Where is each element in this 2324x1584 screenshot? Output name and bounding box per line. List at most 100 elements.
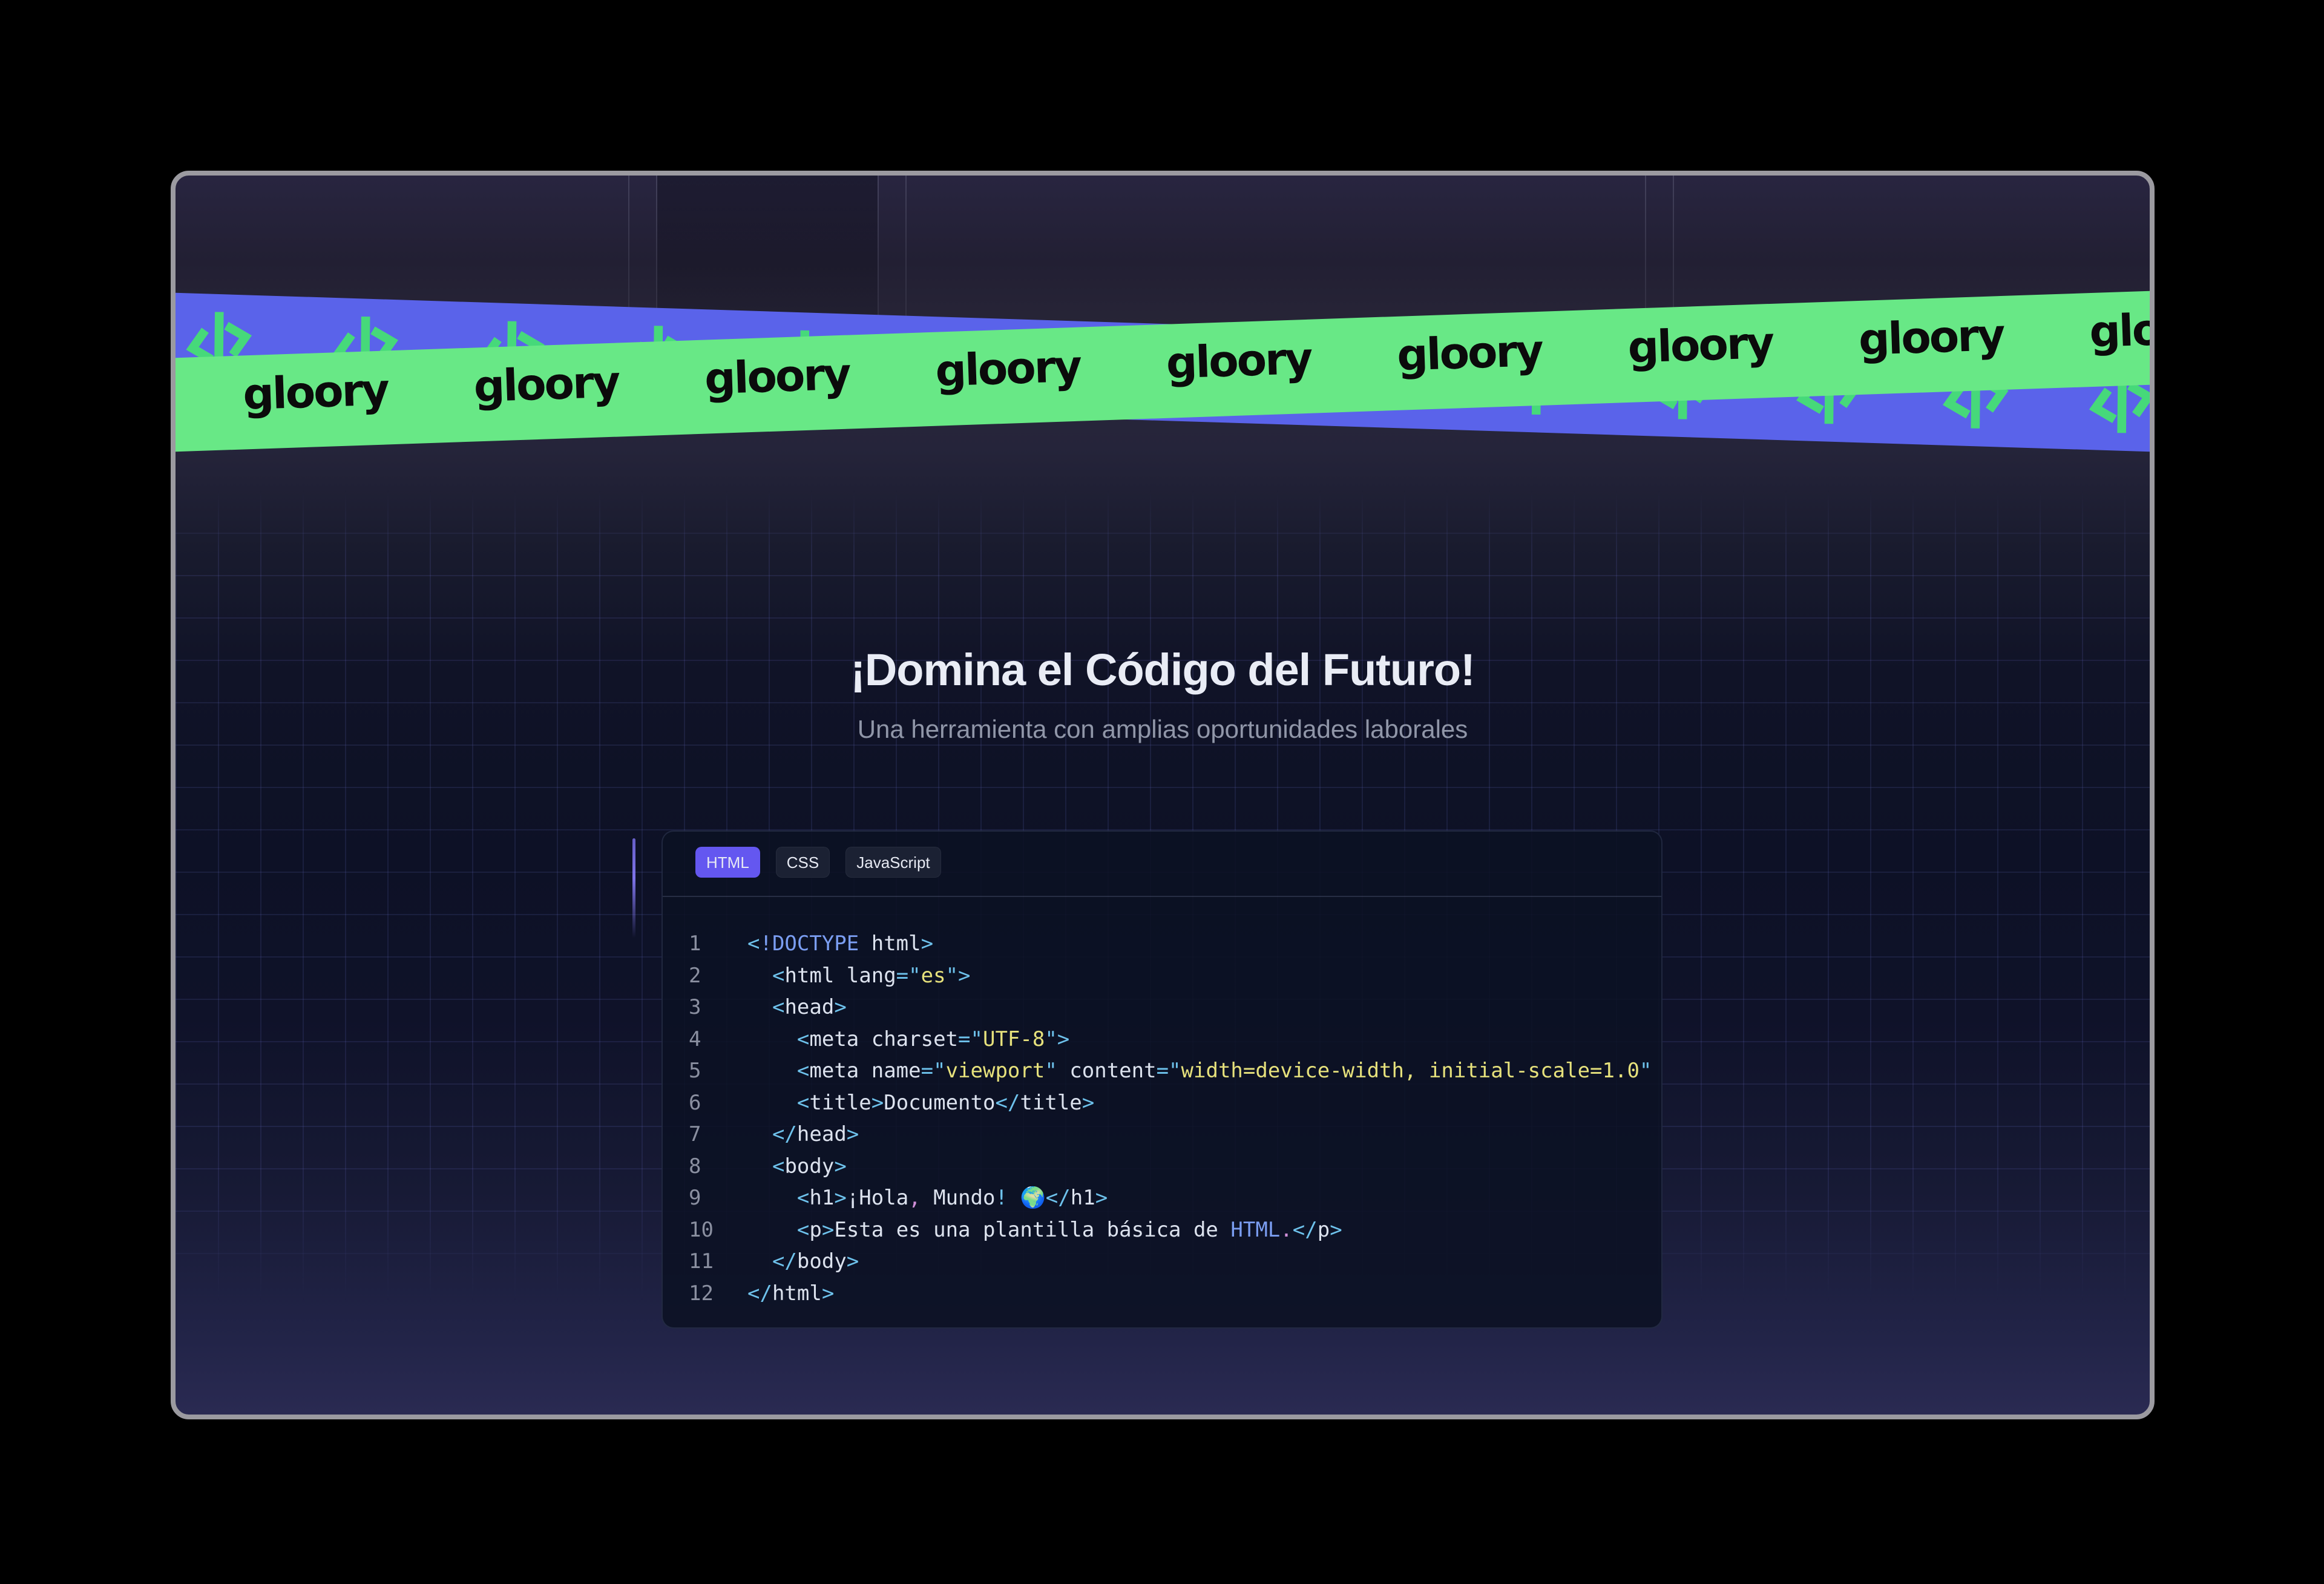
app-window: gloory gloory gloory gloory gloory gloory gloo…: [171, 171, 2155, 1419]
code-token: =": [921, 1059, 946, 1083]
tab-html[interactable]: HTML: [695, 847, 760, 878]
code-token: <: [797, 1027, 809, 1051]
code-token: <: [772, 995, 784, 1019]
page-title: ¡Domina el Código del Futuro!: [176, 648, 2150, 692]
brand-wordmark: gloory: [1627, 317, 1773, 372]
code-token: UTF-8: [983, 1027, 1045, 1051]
code-line: 2 <html lang="es">: [689, 960, 1661, 992]
line-number: 1: [689, 928, 747, 960]
code-token: p: [1318, 1218, 1330, 1242]
code-token: >: [822, 1218, 834, 1242]
code-token: [747, 1218, 797, 1242]
code-token: meta charset: [809, 1027, 958, 1051]
code-token: >: [822, 1281, 834, 1306]
line-number: 4: [689, 1024, 747, 1056]
tabs-divider: [663, 896, 1661, 897]
code-token: >: [834, 1154, 846, 1178]
code-token: >: [1095, 1186, 1108, 1210]
brand-wordmark: gloory: [1858, 309, 2004, 364]
code-line: 3 <head>: [689, 991, 1661, 1024]
code-token: ": [1640, 1059, 1652, 1083]
code-token: [747, 1027, 797, 1051]
line-number: 11: [689, 1246, 747, 1278]
tab-javascript[interactable]: JavaScript: [845, 847, 940, 878]
code-token: [747, 964, 772, 988]
brand-wordmark: gloory: [2089, 301, 2155, 357]
brand-wordmark: gloory: [1165, 332, 1311, 388]
code-token: [1008, 1186, 1020, 1210]
line-number: 3: [689, 991, 747, 1024]
code-token: >: [921, 932, 933, 956]
page: { "window": { "border_color": "#9b9aa0" …: [0, 0, 2324, 1584]
code-token: Documento: [884, 1091, 995, 1115]
code-token: >: [1330, 1218, 1342, 1242]
brand-wordmark: gloory: [473, 356, 619, 412]
code-token: ,: [908, 1186, 921, 1210]
tab-css[interactable]: CSS: [776, 847, 830, 878]
code-token: <: [797, 1091, 809, 1115]
code-token: es: [921, 964, 946, 988]
code-token: </: [1293, 1218, 1318, 1242]
code-token: html: [772, 1281, 822, 1306]
code-token: >: [847, 1249, 859, 1273]
code-token: HTML: [1230, 1218, 1280, 1242]
code-token: content: [1057, 1059, 1157, 1083]
code-token: head: [797, 1122, 847, 1146]
code-token: </: [772, 1122, 797, 1146]
code-token: </: [1046, 1186, 1071, 1210]
code-token: width=device-width, initial-scale=1.0: [1181, 1059, 1640, 1083]
line-number: 2: [689, 960, 747, 992]
brand-wordmark: gloory: [704, 348, 850, 404]
code-line: 5 <meta name="viewport" content="width=d…: [689, 1055, 1661, 1087]
code-line: 4 <meta charset="UTF-8">: [689, 1024, 1661, 1056]
code-token: <: [797, 1059, 809, 1083]
editor-tabs: HTML CSS JavaScript: [695, 847, 1661, 878]
line-number: 8: [689, 1151, 747, 1183]
code-area: 1<!DOCTYPE html>2 <html lang="es">3 <hea…: [663, 928, 1661, 1309]
code-token: !DOCTYPE: [760, 932, 859, 956]
code-token: <: [797, 1186, 809, 1210]
code-line: 11 </body>: [689, 1246, 1661, 1278]
code-token: p: [809, 1218, 821, 1242]
code-token: >: [1082, 1091, 1094, 1115]
code-token: body: [797, 1249, 847, 1273]
code-token: </: [772, 1249, 797, 1273]
code-token: =": [896, 964, 921, 988]
code-token: </: [995, 1091, 1020, 1115]
code-token: <: [747, 932, 760, 956]
code-token: [747, 1249, 772, 1273]
code-token: ¡Hola: [847, 1186, 908, 1210]
code-token: </: [747, 1281, 772, 1306]
code-token: h1: [809, 1186, 834, 1210]
brand-wordmark: gloory: [242, 364, 389, 419]
code-line: 10 <p>Esta es una plantilla básica de HT…: [689, 1214, 1661, 1246]
line-number: 12: [689, 1278, 747, 1310]
code-token: <: [797, 1218, 809, 1242]
code-token: html: [859, 932, 921, 956]
code-token: html lang: [784, 964, 896, 988]
code-token: ">: [946, 964, 971, 988]
code-token: head: [784, 995, 834, 1019]
code-line: 9 <h1>¡Hola, Mundo! 🌍</h1>: [689, 1182, 1661, 1214]
code-line: 12</html>: [689, 1278, 1661, 1310]
code-token: >: [834, 1186, 846, 1210]
code-token: viewport: [946, 1059, 1045, 1083]
code-editor-card: HTMLCSSJavaScript 1<!DOCTYPE html>2 <htm…: [661, 830, 1663, 1329]
code-line: 7 </head>: [689, 1119, 1661, 1151]
code-token: .: [1280, 1218, 1292, 1242]
code-token: [747, 1091, 797, 1115]
line-number: 7: [689, 1119, 747, 1151]
code-token: <: [772, 1154, 784, 1178]
code-token: ": [1045, 1059, 1057, 1083]
code-token: [747, 1186, 797, 1210]
code-token: title: [1020, 1091, 1082, 1115]
line-number: 5: [689, 1055, 747, 1087]
code-token: 🌍: [1020, 1186, 1045, 1210]
code-token: Mundo: [921, 1186, 996, 1210]
code-token: >: [872, 1091, 884, 1115]
line-number: 10: [689, 1214, 747, 1246]
code-token: [747, 1154, 772, 1178]
page-subtitle: Una herramienta con amplias oportunidade…: [176, 717, 2150, 742]
code-token: !: [995, 1186, 1007, 1210]
code-line: 8 <body>: [689, 1151, 1661, 1183]
